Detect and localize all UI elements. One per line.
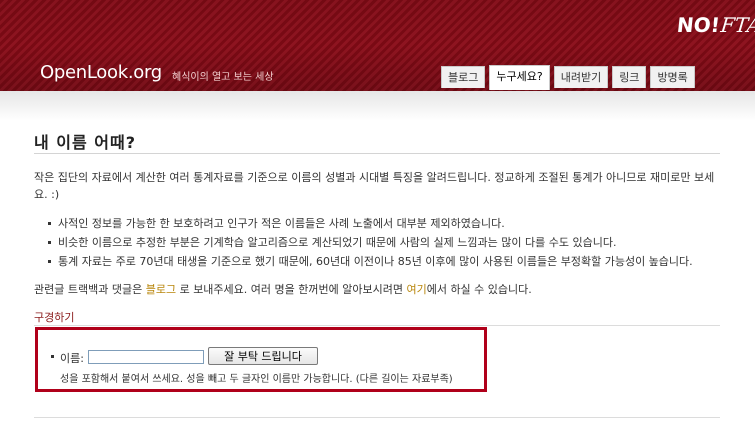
- title-divider: [34, 153, 720, 154]
- tab-guestbook[interactable]: 방명록: [650, 66, 695, 88]
- bottom-divider: [34, 417, 720, 418]
- intro-text: 작은 집단의 자료에서 계산한 여러 통계자료를 기준으로 이름의 성별과 시대…: [34, 171, 715, 201]
- section-divider: [34, 325, 720, 326]
- tab-links[interactable]: 링크: [612, 66, 647, 88]
- name-input[interactable]: [88, 350, 204, 364]
- name-label: 이름:: [60, 352, 84, 365]
- name-form-highlight: 이름: 잘 부탁 드립니다 성을 포함해서 붙여서 쓰세요. 성을 빼고 두 글…: [35, 327, 487, 392]
- notes-list: 사적인 정보를 가능한 한 보호하려고 인구가 적은 이름들은 사례 노출에서 …: [48, 214, 728, 271]
- main-content: 내 이름 어때? 작은 집단의 자료에서 계산한 여러 통계자료를 기준으로 이…: [0, 91, 755, 424]
- tab-downloads[interactable]: 내려받기: [553, 66, 609, 88]
- tab-blog[interactable]: 블로그: [441, 66, 486, 88]
- page-title: 내 이름 어때?: [34, 133, 137, 152]
- section-title: 구경하기: [34, 311, 75, 324]
- submit-button[interactable]: 잘 부탁 드립니다: [208, 347, 318, 365]
- blog-link[interactable]: 블로그: [146, 283, 176, 296]
- no-fta-badge: NO!FTA: [675, 13, 755, 37]
- here-link[interactable]: 여기: [406, 283, 426, 296]
- bullet-icon: [51, 355, 54, 358]
- list-item: 비슷한 이름으로 추정한 부분은 기계학습 알고리즘으로 계산되었기 때문에 사…: [48, 233, 728, 252]
- list-item: 사적인 정보를 가능한 한 보호하려고 인구가 적은 이름들은 사례 노출에서 …: [48, 214, 728, 233]
- site-logo[interactable]: OpenLook.org: [40, 62, 162, 83]
- nav-tabs: 블로그 누구세요? 내려받기 링크 방명록: [441, 65, 699, 90]
- tab-who-are-you[interactable]: 누구세요?: [489, 65, 550, 90]
- site-header: OpenLook.org 혜식이의 열고 보는 세상 NO!FTA 블로그 누구…: [0, 0, 755, 91]
- list-item: 통계 자료는 주로 70년대 태생을 기준으로 했기 때문에, 60년대 이전이…: [48, 252, 728, 271]
- related-text: 관련글 트랙백과 댓글은 블로그 로 보내주세요. 여러 명을 한꺼번에 알아보…: [34, 283, 532, 296]
- site-tagline: 혜식이의 열고 보는 세상: [172, 72, 274, 83]
- name-hint: 성을 포함해서 붙여서 쓰세요. 성을 빼고 두 글자인 이름만 가능합니다. …: [60, 374, 453, 385]
